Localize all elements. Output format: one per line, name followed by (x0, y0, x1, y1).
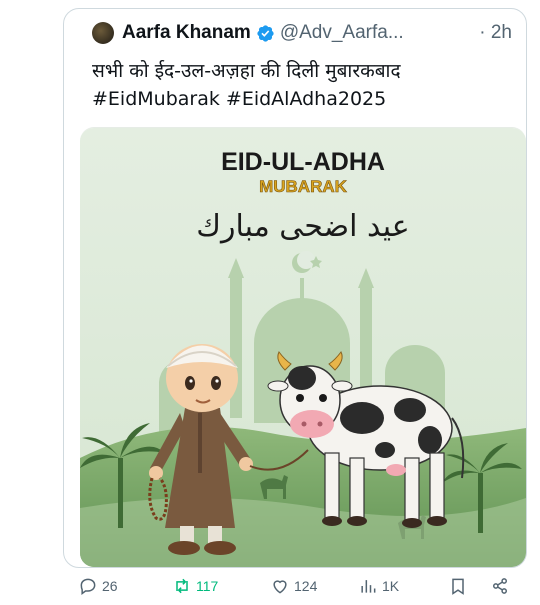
like-button[interactable]: 124 (270, 576, 317, 596)
bookmark-icon (452, 578, 464, 595)
time-separator: · (479, 22, 486, 43)
tweet-actions: 26 117 124 1K (78, 572, 518, 602)
share-icon (493, 578, 507, 594)
hashtags[interactable]: #EidMubarak #EidAlAdha2025 (92, 85, 512, 113)
reply-count: 26 (102, 578, 118, 594)
tweet-time[interactable]: · 2h (479, 22, 512, 44)
repost-icon (176, 578, 188, 594)
repost-button[interactable]: 117 (172, 576, 218, 596)
image-subtitle: MUBARAK (259, 177, 348, 196)
heart-icon (273, 580, 287, 594)
eid-illustration: EID-UL-ADHA MUBARAK عيد اضحى مبارك (80, 128, 526, 567)
views-count: 1K (382, 578, 400, 594)
tweet-image[interactable]: EID-UL-ADHA MUBARAK عيد اضحى مبارك (80, 127, 526, 567)
author-handle[interactable]: @Adv_Aarfa... (280, 22, 404, 44)
views-button[interactable]: 1K (358, 576, 399, 596)
arabic-calligraphy: عيد اضحى مبارك (196, 209, 409, 244)
tweet-text: सभी को ईद-उल-अज़हा की दिली मुबारकबाद #Ei… (92, 57, 512, 113)
repost-count: 117 (196, 578, 219, 594)
tweet-card[interactable]: Aarfa Khanam @Adv_Aarfa... · 2h सभी को ई… (63, 8, 527, 568)
reply-icon (80, 578, 96, 595)
bookmark-button[interactable] (448, 576, 472, 596)
avatar[interactable] (92, 22, 114, 44)
tweet-text-line: सभी को ईद-उल-अज़हा की दिली मुबारकबाद (92, 60, 401, 82)
analytics-icon (361, 580, 376, 593)
reply-button[interactable]: 26 (78, 576, 118, 596)
author-name[interactable]: Aarfa Khanam (122, 22, 251, 44)
like-count: 124 (294, 578, 318, 594)
image-title: EID-UL-ADHA (221, 148, 385, 176)
tweet-header: Aarfa Khanam @Adv_Aarfa... · 2h (92, 21, 512, 45)
share-button[interactable] (490, 576, 514, 596)
verified-badge-icon (257, 24, 274, 42)
time-value: 2h (490, 22, 512, 43)
